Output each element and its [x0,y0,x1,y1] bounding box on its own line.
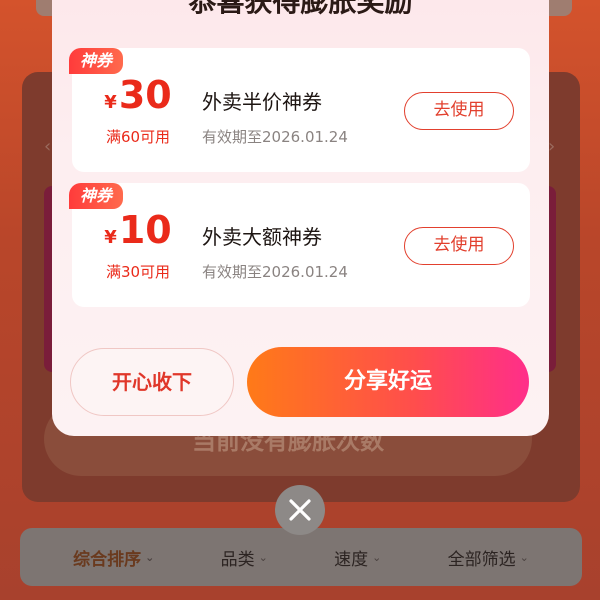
chevron-right-icon: › [548,136,556,157]
coupon-tag: 神券 [69,183,123,209]
coupon-validity: 有效期至2026.01.24 [202,128,348,146]
close-modal-button[interactable] [275,485,325,535]
filter-bar: 综合排序 ⌄ 品类 ⌄ 速度 ⌄ 全部筛选 ⌄ [20,528,582,586]
filter-sort[interactable]: 综合排序 ⌄ [73,545,154,570]
filter-all[interactable]: 全部筛选 ⌄ [448,545,529,570]
chevron-down-icon: ⌄ [258,550,268,564]
chevron-down-icon: ⌄ [519,550,529,564]
coupon-tag: 神券 [69,48,123,74]
coupon-condition: 满60可用 [105,128,171,146]
filter-label: 综合排序 [73,549,142,570]
coupon-card: 神券 ¥ 30 满60可用 外卖半价神券 有效期至2026.01.24 去使用 [69,48,530,172]
coupon-condition: 满30可用 [105,263,171,281]
filter-speed[interactable]: 速度 ⌄ [334,545,381,570]
share-luck-button[interactable]: 分享好运 [247,347,529,417]
currency-symbol: ¥ [104,92,117,113]
chevron-down-icon: ⌄ [372,550,382,564]
filter-label: 品类 [220,549,255,570]
modal-title: 恭喜获得膨胀奖励 [188,0,413,18]
amount-value: 30 [118,73,172,117]
currency-symbol: ¥ [104,227,117,248]
coupon-name: 外卖大额神券 [202,225,322,249]
chevron-down-icon: ⌄ [145,550,155,564]
use-coupon-button[interactable]: 去使用 [404,227,514,265]
coupon-amount: ¥ 30 [98,76,178,114]
coupon-validity: 有效期至2026.01.24 [202,263,348,281]
amount-value: 10 [118,208,172,252]
coupon-name: 外卖半价神券 [202,90,322,114]
coupon-amount: ¥ 10 [98,211,178,249]
close-icon [289,499,311,521]
filter-label: 速度 [334,549,369,570]
filter-label: 全部筛选 [447,549,516,570]
filter-category[interactable]: 品类 ⌄ [221,545,268,570]
coupon-card: 神券 ¥ 10 满30可用 外卖大额神券 有效期至2026.01.24 去使用 [69,183,530,307]
use-coupon-button[interactable]: 去使用 [404,92,514,130]
chevron-left-icon: ‹ [44,136,52,157]
accept-button[interactable]: 开心收下 [70,348,234,416]
